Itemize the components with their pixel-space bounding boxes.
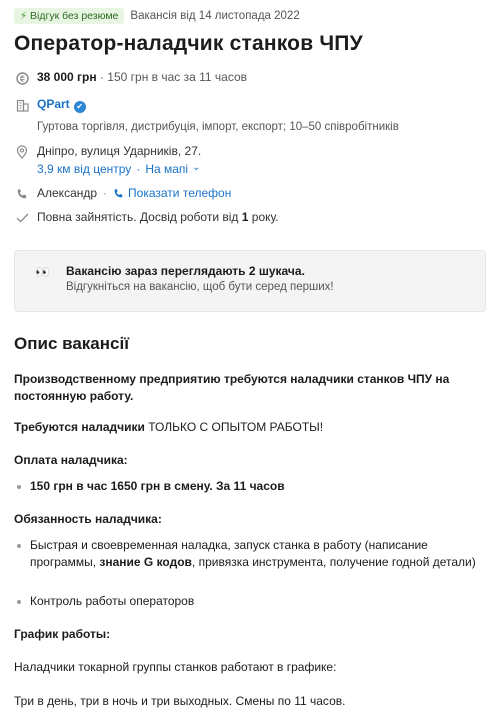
conditions-text-end: року. [248,210,279,224]
separator-dot-2: · [103,186,108,200]
no-resume-badge: ⚡ Відгук без резюме [14,8,125,24]
map-pin-icon [14,144,30,160]
schedule-text-2: Три в день, три в ночь и три выходных. С… [14,694,346,708]
pay-item: 150 грн в час 1650 грн в смену. За 11 ча… [14,478,484,495]
duties-heading: Обязанность наладчика: [14,512,162,526]
duty-item-2: Контроль работы операторов [14,593,484,610]
notice-title: Вакансію зараз переглядають 2 шукача. [66,264,305,278]
map-link[interactable]: На мапі [145,162,188,176]
pay-heading: Оплата наладчика: [14,453,128,467]
description-intro: Производственному предприятию требуются … [14,372,450,403]
separator-dot: · [136,162,141,176]
building-icon [14,97,30,113]
conditions-text: Повна зайнятість. Досвід роботи від [37,210,242,224]
money-icon [14,70,30,86]
conditions-row: Повна зайнятість. Досвід роботи від 1 ро… [14,210,279,226]
notice-subtitle: Відгукніться на вакансію, щоб бути серед… [66,281,334,293]
salary-amount: 38 000 грн [37,70,97,84]
duty-1-bold: знание G кодов [99,555,192,569]
company-link[interactable]: QPart [37,97,70,111]
contact-name: Александр [37,186,98,200]
company-description: Гуртова торгівля, дистрибуція, імпорт, е… [37,121,399,133]
badge-label: Відгук без резюме [30,10,119,22]
requirement-emphasis: ТОЛЬКО С ОПЫТОМ РАБОТЫ! [148,420,324,434]
posted-date: Вакансія від 14 листопада 2022 [130,10,300,22]
phone-link-icon [114,188,123,197]
verified-icon: ✔ [73,101,86,113]
requirement-lead: Требуются наладчики [14,420,149,434]
show-phone-button[interactable]: Показати телефон [113,186,231,200]
duty-1-text-end: , привязка инструмента, получение годной… [191,555,476,569]
viewers-notice: 👀 Вакансію зараз переглядають 2 шукача. … [14,250,486,312]
eyes-icon: 👀 [35,265,50,279]
lightning-icon: ⚡ [20,10,28,22]
location-row: Дніпро, вулиця Ударників, 27. [14,144,201,160]
show-phone-label: Показати телефон [128,186,232,200]
page-title: Оператор-наладчик станков ЧПУ [14,32,363,55]
description-heading: Опис вакансії [14,334,129,353]
contact-row: Александр · Показати телефон [14,186,231,202]
vacancy-meta: ⚡ Відгук без резюме Вакансія від 14 лист… [14,8,300,24]
salary-row: 38 000 грн · 150 грн в час за 11 часов [14,70,247,86]
location-address: Дніпро, вулиця Ударників, 27. [37,144,202,158]
location-links: 3,9 км від центру · На мапі ⌄ [37,162,200,176]
phone-icon [14,186,30,202]
description-requirement: Требуются наладчики ТОЛЬКО С ОПЫТОМ РАБО… [14,419,484,436]
company-row: QPart ✔ [14,97,86,113]
schedule-text-1: Наладчики токарной группы станков работа… [14,660,337,674]
chevron-down-icon[interactable]: ⌄ [192,162,200,173]
checkmark-icon [14,210,30,226]
salary-details: · 150 грн в час за 11 часов [96,70,248,84]
duty-item-1: Быстрая и своевременная наладка, запуск … [14,537,484,571]
schedule-heading: График работы: [14,627,111,641]
distance-link[interactable]: 3,9 км від центру [37,162,131,176]
